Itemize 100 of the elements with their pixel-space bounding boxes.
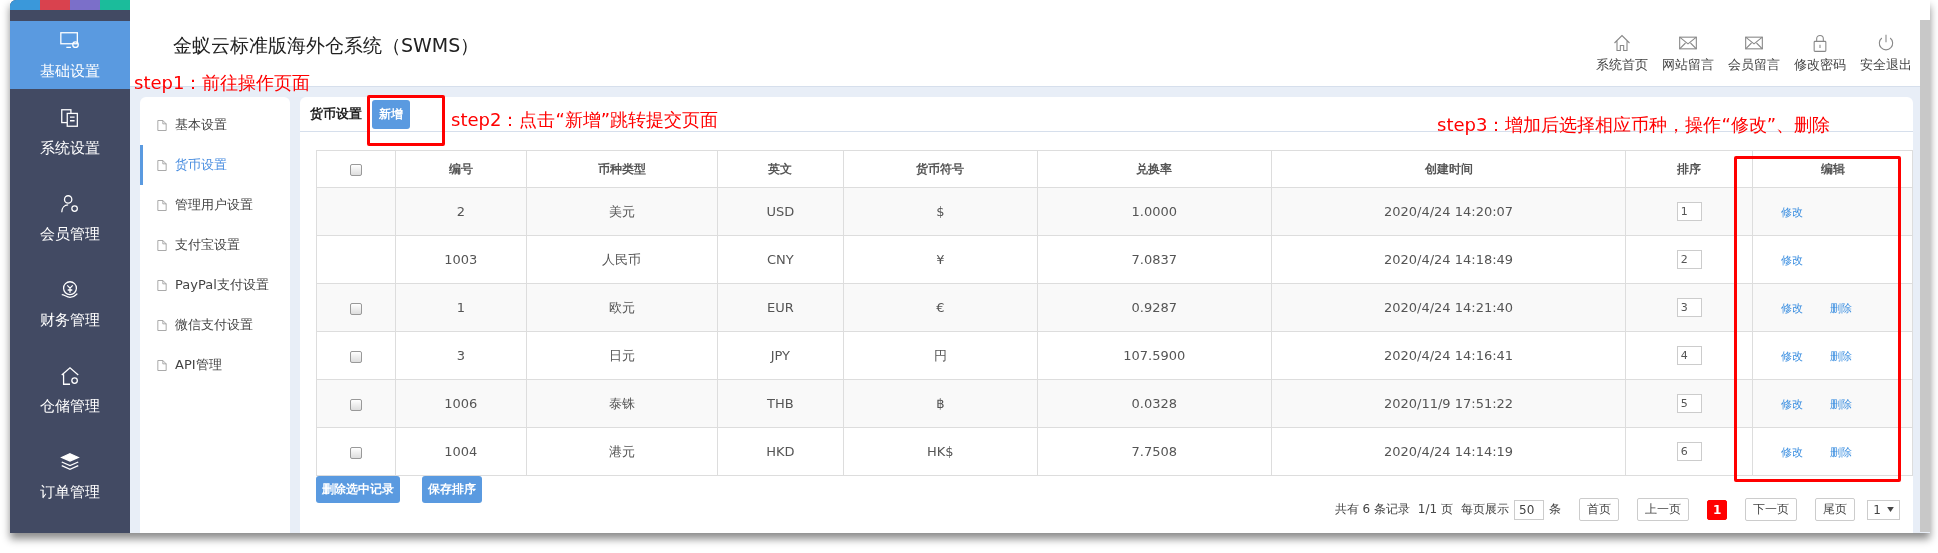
- layers-icon: [59, 450, 81, 473]
- annotation-text: step3：增加后选择相应币种，操作“修改”、删除: [1437, 113, 1831, 137]
- annotation-text: step1：前往操作页面: [134, 71, 311, 95]
- document-icon: [157, 278, 167, 292]
- power-icon: [1876, 33, 1896, 53]
- submenu-item[interactable]: API管理: [140, 345, 290, 385]
- table-cell: 3: [395, 331, 527, 380]
- per-page-unit: 条: [1549, 501, 1561, 518]
- table-cell: 1003: [395, 235, 527, 284]
- column-header: 编辑: [1752, 150, 1913, 188]
- table-cell: CNY: [717, 235, 844, 284]
- sort-field[interactable]: 6: [1676, 442, 1702, 461]
- sort-field[interactable]: 5: [1676, 394, 1702, 413]
- checkbox[interactable]: [349, 302, 362, 315]
- table-cell: 泰铢: [526, 379, 718, 428]
- document-icon: [157, 118, 167, 132]
- submenu-item[interactable]: 支付宝设置: [140, 225, 290, 265]
- sidebar-item[interactable]: 财务管理: [10, 261, 130, 347]
- scrollbar[interactable]: [1920, 20, 1930, 532]
- table-cell: 107.5900: [1037, 331, 1272, 380]
- document-icon: [157, 238, 167, 252]
- table-cell: 0.0328: [1037, 379, 1272, 428]
- header-link[interactable]: 网站留言: [1662, 33, 1714, 74]
- table-cell: 1.0000: [1037, 187, 1272, 236]
- table-cell: ¥: [843, 235, 1038, 284]
- column-header: 货币符号: [843, 150, 1038, 188]
- sort-field[interactable]: 1: [1676, 202, 1702, 221]
- table-cell: 2020/4/24 14:14:19: [1271, 427, 1626, 476]
- submenu-item[interactable]: 货币设置: [140, 145, 290, 185]
- delete-link[interactable]: 删除: [1830, 349, 1853, 363]
- table-cell: 1004: [395, 427, 527, 476]
- user-gear-icon: [59, 192, 81, 215]
- system-title: 金蚁云标准版海外仓系统（SWMS）: [173, 33, 480, 58]
- current-page[interactable]: 1: [1707, 499, 1728, 520]
- sidebar-item[interactable]: 仓储管理: [10, 347, 130, 433]
- sidebar-item[interactable]: 会员管理: [10, 175, 130, 261]
- table-cell: 2020/4/24 14:21:40: [1271, 283, 1626, 332]
- table-cell: $: [843, 187, 1038, 236]
- table-cell: 1: [395, 283, 527, 332]
- table-cell: HKD: [717, 427, 844, 476]
- submenu-item[interactable]: 管理用户设置: [140, 185, 290, 225]
- table-cell: 2: [395, 187, 527, 236]
- page-select[interactable]: 1: [1867, 499, 1900, 520]
- per-page-field[interactable]: 50: [1514, 499, 1544, 520]
- column-header: 创建时间: [1271, 150, 1626, 188]
- table-cell: 1006: [395, 379, 527, 428]
- edit-link[interactable]: 修改: [1781, 349, 1804, 363]
- submenu-item[interactable]: 基本设置: [140, 105, 290, 145]
- delete-link[interactable]: 删除: [1830, 397, 1853, 411]
- table-cell: 円: [843, 331, 1038, 380]
- delete-link[interactable]: 删除: [1830, 301, 1853, 315]
- submenu-item[interactable]: 微信支付设置: [140, 305, 290, 345]
- sort-field[interactable]: 2: [1676, 250, 1702, 269]
- edit-link[interactable]: 修改: [1781, 253, 1804, 267]
- header-link[interactable]: 系统首页: [1596, 33, 1648, 74]
- column-header: 兑换率: [1037, 150, 1272, 188]
- page-button[interactable]: 尾页: [1815, 498, 1856, 521]
- table-cell: 人民币: [526, 235, 718, 284]
- checkbox[interactable]: [349, 163, 362, 176]
- page-count: 1/1 页: [1417, 501, 1453, 518]
- table-cell: 日元: [526, 331, 718, 380]
- edit-link[interactable]: 修改: [1781, 445, 1804, 459]
- panel-title: 货币设置: [310, 105, 362, 123]
- table-cell: 7.7508: [1037, 427, 1272, 476]
- table-cell: EUR: [717, 283, 844, 332]
- document-icon: [157, 318, 167, 332]
- table-cell: HK$: [843, 427, 1038, 476]
- document-icon: [157, 198, 167, 212]
- header-link[interactable]: 安全退出: [1860, 33, 1912, 74]
- table-cell: 美元: [526, 187, 718, 236]
- checkbox[interactable]: [349, 398, 362, 411]
- table-cell: 2020/11/9 17:51:22: [1271, 379, 1626, 428]
- sort-field[interactable]: 4: [1676, 346, 1702, 365]
- page-button[interactable]: 上一页: [1637, 498, 1689, 521]
- table-cell: 7.0837: [1037, 235, 1272, 284]
- annotation-text: step2：点击“新增”跳转提交页面: [451, 108, 719, 132]
- sidebar-item[interactable]: 系统设置: [10, 89, 130, 175]
- header-link[interactable]: 会员留言: [1728, 33, 1780, 74]
- header-link[interactable]: 修改密码: [1794, 33, 1846, 74]
- column-header: 英文: [717, 150, 844, 188]
- page-button[interactable]: 下一页: [1745, 498, 1798, 521]
- checkbox[interactable]: [349, 446, 362, 459]
- delete-link[interactable]: 删除: [1830, 445, 1853, 459]
- submenu-item[interactable]: PayPal支付设置: [140, 265, 290, 305]
- table-cell: 欧元: [526, 283, 718, 332]
- column-header: 编号: [395, 150, 527, 188]
- table-cell: 0.9287: [1037, 283, 1272, 332]
- caret-icon: [1887, 507, 1894, 512]
- house-gear-icon: [59, 364, 81, 387]
- sort-field[interactable]: 3: [1676, 298, 1702, 317]
- table-cell: 2020/4/24 14:16:41: [1271, 331, 1626, 380]
- sidebar-item[interactable]: 订单管理: [10, 433, 130, 519]
- page-button[interactable]: 首页: [1579, 498, 1619, 521]
- checkbox[interactable]: [349, 350, 362, 363]
- document-icon: [157, 158, 167, 172]
- per-page-label: 每页展示: [1461, 501, 1509, 518]
- table-cell: €: [843, 283, 1038, 332]
- column-header: 币种类型: [526, 150, 718, 188]
- table-cell: 港元: [526, 427, 718, 476]
- document-icon: [157, 358, 167, 372]
